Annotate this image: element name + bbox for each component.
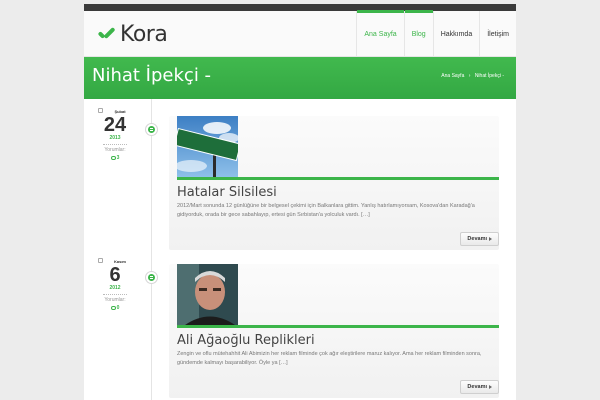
nav-item-hakkimda[interactable]: Hakkımda bbox=[432, 11, 480, 57]
post-list: Şubat 24 2013 Yorumlar: 3 Hatalar Silsil… bbox=[84, 99, 516, 400]
post-card: Hatalar Silsilesi 2012/Mart sonunda 12 g… bbox=[169, 116, 499, 250]
post-excerpt: 2012/Mart sonunda 12 günlüğüne bir belge… bbox=[177, 203, 475, 218]
read-more-button[interactable]: Devamı bbox=[460, 380, 499, 394]
main-nav: Ana Sayfa Blog Hakkımda İletişim bbox=[356, 10, 516, 57]
logo-mark-icon bbox=[97, 26, 116, 44]
page-wrapper: Kora Ana Sayfa Blog Hakkımda İletişim Ni… bbox=[84, 4, 516, 400]
post-title[interactable]: Ali Ağaoğlu Replikleri bbox=[177, 333, 315, 348]
calendar-icon bbox=[98, 108, 103, 113]
page-title: Nihat İpekçi - bbox=[92, 65, 212, 86]
arrow-right-icon bbox=[489, 237, 492, 241]
experience-sign-photo-icon[interactable] bbox=[177, 116, 238, 177]
breadcrumb-current: Nihat İpekçi - bbox=[474, 73, 504, 79]
nav-item-label: Hakkımda bbox=[440, 30, 473, 38]
post-year: 2012 bbox=[109, 285, 121, 291]
comments-label: Yorumlar: bbox=[104, 297, 126, 303]
card-divider bbox=[177, 325, 499, 328]
timeline-line bbox=[151, 99, 152, 400]
post-date: Kasım 6 2012 Yorumlar: 0 bbox=[94, 258, 136, 311]
post-day: 24 bbox=[103, 114, 127, 136]
post-card: Ali Ağaoğlu Replikleri Zengin ve oflu mü… bbox=[169, 264, 499, 398]
card-divider bbox=[177, 177, 499, 180]
breadcrumb-separator-icon: › bbox=[468, 73, 471, 79]
nav-item-blog[interactable]: Blog bbox=[403, 10, 433, 57]
nav-item-label: Ana Sayfa bbox=[364, 30, 397, 38]
comment-bubble-icon bbox=[110, 305, 116, 310]
comments-count: 0 bbox=[116, 305, 120, 311]
nav-item-ana-sayfa[interactable]: Ana Sayfa bbox=[356, 10, 405, 57]
man-portrait-photo-icon[interactable] bbox=[177, 264, 238, 325]
post-day: 6 bbox=[109, 264, 121, 286]
comments-count: 3 bbox=[116, 155, 120, 161]
post-excerpt: Zengin ve oflu mütehahhit Ali Abimizin h… bbox=[177, 351, 482, 366]
date-divider bbox=[103, 294, 127, 295]
nav-item-label: İletişim bbox=[487, 30, 509, 38]
post-title[interactable]: Hatalar Silsilesi bbox=[177, 185, 277, 200]
read-more-button[interactable]: Devamı bbox=[460, 232, 499, 246]
logo-text: Kora bbox=[120, 22, 168, 47]
site-logo[interactable]: Kora bbox=[97, 22, 168, 47]
read-more-label: Devamı bbox=[467, 384, 487, 390]
arrow-right-icon bbox=[489, 385, 492, 389]
post-year: 2013 bbox=[109, 135, 121, 141]
comments-link[interactable]: 3 bbox=[94, 155, 136, 161]
site-header: Kora Ana Sayfa Blog Hakkımda İletişim bbox=[84, 10, 516, 57]
post-date: Şubat 24 2013 Yorumlar: 3 bbox=[94, 108, 136, 161]
timeline-node-icon bbox=[146, 124, 157, 135]
comments-label: Yorumlar: bbox=[104, 147, 126, 153]
breadcrumb: Ana Sayfa › Nihat İpekçi - bbox=[438, 73, 504, 79]
top-bar bbox=[84, 4, 516, 11]
comments-link[interactable]: 0 bbox=[94, 305, 136, 311]
title-bar: Nihat İpekçi - Ana Sayfa › Nihat İpekçi … bbox=[84, 57, 516, 99]
timeline-node-icon bbox=[146, 272, 157, 283]
comment-bubble-icon bbox=[110, 155, 116, 160]
nav-item-iletisim[interactable]: İletişim bbox=[479, 11, 516, 57]
read-more-label: Devamı bbox=[467, 236, 487, 242]
breadcrumb-home[interactable]: Ana Sayfa bbox=[441, 73, 464, 79]
nav-item-label: Blog bbox=[411, 30, 426, 38]
date-divider bbox=[103, 144, 127, 145]
calendar-icon bbox=[98, 258, 103, 263]
